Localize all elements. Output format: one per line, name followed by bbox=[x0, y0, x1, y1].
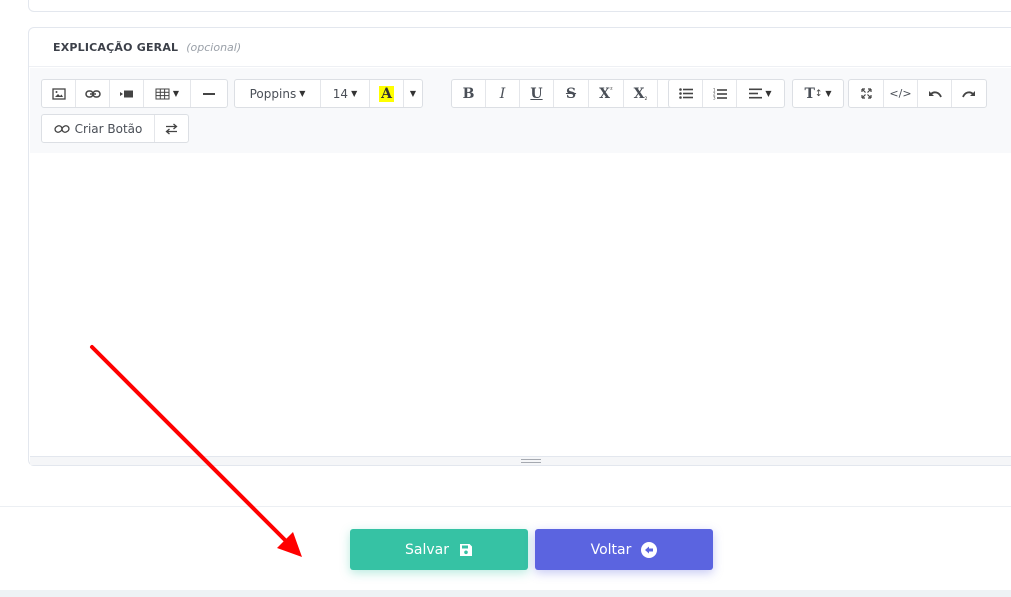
code-icon: </> bbox=[889, 87, 912, 100]
strikethrough-icon: S bbox=[565, 85, 577, 102]
chevron-down-icon: ▼ bbox=[351, 89, 358, 98]
misc-group: </> bbox=[848, 79, 987, 108]
swap-icon bbox=[165, 123, 178, 134]
arrow-left-circle-icon bbox=[641, 541, 658, 558]
back-button[interactable]: Voltar bbox=[535, 529, 713, 570]
fullscreen-icon bbox=[860, 88, 872, 99]
criar-botao-label: Criar Botão bbox=[74, 121, 143, 136]
horizontal-rule-icon bbox=[203, 92, 215, 95]
font-family-label: Poppins bbox=[249, 86, 297, 101]
text-height-icon: T bbox=[804, 85, 815, 102]
section-optional-label: (opcional) bbox=[186, 40, 242, 54]
video-icon bbox=[120, 90, 133, 97]
paragraph-group: 123 ▼ bbox=[668, 79, 785, 108]
svg-text:3: 3 bbox=[713, 95, 716, 100]
floppy-disk-icon bbox=[459, 543, 472, 556]
italic-icon: I bbox=[499, 85, 506, 102]
highlight-letter: A bbox=[379, 85, 394, 102]
line-height-group: T ↕ ▼ bbox=[792, 79, 844, 108]
font-family-dropdown[interactable]: Poppins ▼ bbox=[235, 80, 321, 107]
subscript-marker: ₂ bbox=[644, 93, 648, 102]
form-footer: Salvar Voltar bbox=[0, 506, 1011, 590]
align-dropdown[interactable]: ▼ bbox=[737, 80, 784, 107]
style-group: B I U S X² X₂ bbox=[451, 79, 693, 108]
code-view-button[interactable]: </> bbox=[884, 80, 918, 107]
height-arrow-icon: ↕ bbox=[814, 88, 823, 99]
custom-group: Criar Botão bbox=[41, 114, 189, 143]
bold-button[interactable]: B bbox=[452, 80, 486, 107]
italic-button[interactable]: I bbox=[486, 80, 520, 107]
subscript-icon: X bbox=[633, 85, 645, 102]
back-button-label: Voltar bbox=[590, 541, 632, 558]
criar-botao-button[interactable]: Criar Botão bbox=[42, 115, 155, 142]
insert-link-button[interactable] bbox=[76, 80, 110, 107]
swap-button[interactable] bbox=[155, 115, 188, 142]
underline-button[interactable]: U bbox=[520, 80, 554, 107]
chevron-down-icon: ▼ bbox=[299, 89, 306, 98]
previous-card bbox=[28, 0, 1011, 12]
font-size-label: 14 bbox=[332, 86, 349, 101]
font-size-dropdown[interactable]: 14 ▼ bbox=[321, 80, 370, 107]
editor-toolbar: ▼ Poppins ▼ 14 ▼ A ▼ B I U S X ² X ₂ 1 2… bbox=[30, 68, 1011, 153]
ordered-list-button[interactable]: 123 bbox=[703, 80, 737, 107]
superscript-marker: ² bbox=[610, 85, 613, 94]
ordered-list-icon: 123 bbox=[713, 88, 727, 100]
highlight-color-button[interactable]: A bbox=[370, 80, 404, 107]
chevron-down-icon: ▼ bbox=[409, 89, 417, 98]
insert-table-button[interactable]: ▼ bbox=[144, 80, 191, 107]
fullscreen-button[interactable] bbox=[849, 80, 884, 107]
subscript-button[interactable]: X₂ bbox=[624, 80, 658, 107]
editor-content-area[interactable] bbox=[30, 153, 1011, 456]
insert-picture-button[interactable] bbox=[42, 80, 76, 107]
editor-resize-bar[interactable] bbox=[30, 456, 1011, 465]
font-group: Poppins ▼ 14 ▼ A ▼ bbox=[234, 79, 423, 108]
undo-icon bbox=[928, 91, 942, 98]
chevron-down-icon: ▼ bbox=[825, 89, 832, 98]
redo-button[interactable] bbox=[952, 80, 986, 107]
chevron-down-icon: ▼ bbox=[765, 89, 772, 98]
superscript-icon: X bbox=[599, 85, 611, 102]
strikethrough-button[interactable]: S bbox=[554, 80, 589, 107]
line-height-dropdown[interactable]: T ↕ ▼ bbox=[793, 80, 843, 107]
link-icon bbox=[84, 89, 101, 98]
chevron-down-icon: ▼ bbox=[172, 89, 180, 98]
page-bottom-strip bbox=[0, 590, 1011, 597]
insert-hr-button[interactable] bbox=[191, 80, 227, 107]
table-icon bbox=[155, 88, 170, 99]
unordered-list-icon bbox=[678, 88, 693, 99]
insert-group: ▼ bbox=[41, 79, 228, 108]
superscript-button[interactable]: X² bbox=[589, 80, 624, 107]
resize-grip-icon bbox=[521, 459, 541, 463]
undo-button[interactable] bbox=[918, 80, 952, 107]
card-header: EXPLICAÇÃO GERAL (opcional) bbox=[29, 28, 1011, 67]
insert-video-button[interactable] bbox=[110, 80, 144, 107]
save-button-label: Salvar bbox=[405, 541, 449, 558]
section-title: EXPLICAÇÃO GERAL bbox=[53, 40, 179, 54]
picture-icon bbox=[51, 87, 66, 100]
save-button[interactable]: Salvar bbox=[350, 529, 528, 570]
unordered-list-button[interactable] bbox=[669, 80, 703, 107]
highlight-color-dropdown[interactable]: ▼ bbox=[404, 80, 422, 107]
bold-icon: B bbox=[462, 85, 475, 102]
explicacao-card: EXPLICAÇÃO GERAL (opcional) ▼ Poppins ▼ … bbox=[28, 27, 1011, 466]
redo-icon bbox=[962, 91, 975, 98]
align-icon bbox=[749, 88, 763, 99]
link-icon bbox=[54, 124, 70, 133]
underline-icon: U bbox=[530, 85, 543, 102]
